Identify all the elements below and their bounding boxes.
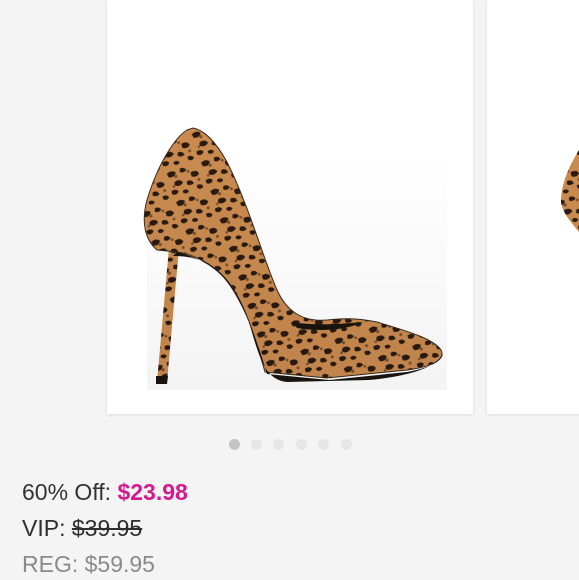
carousel-dot-6[interactable] xyxy=(341,439,352,450)
carousel-dot-4[interactable] xyxy=(296,439,307,450)
vip-price: $39.95 xyxy=(71,515,143,541)
sale-price-line: 60% Off: $23.98 xyxy=(22,474,562,510)
product-image-slide[interactable] xyxy=(107,0,473,414)
price-block: 60% Off: $23.98 VIP: $39.95 REG: $59.95 xyxy=(22,474,562,580)
vip-label: VIP: xyxy=(22,515,66,541)
carousel-dot-5[interactable] xyxy=(318,439,329,450)
carousel-dot-2[interactable] xyxy=(251,439,262,450)
next-product-image-slide[interactable] xyxy=(487,0,579,414)
carousel-dot-1[interactable] xyxy=(229,439,240,450)
vip-price-line: VIP: $39.95 xyxy=(22,510,562,546)
leopard-pump-image-partial xyxy=(561,150,579,232)
carousel-pagination xyxy=(0,439,579,451)
product-image-carousel[interactable] xyxy=(0,0,579,420)
carousel-dot-3[interactable] xyxy=(273,439,284,450)
product-page: 60% Off: $23.98 VIP: $39.95 REG: $59.95 xyxy=(0,0,579,580)
regular-price: REG: $59.95 xyxy=(22,551,155,577)
leopard-pump-image xyxy=(143,127,447,390)
sale-discount-label: 60% Off: xyxy=(22,479,112,505)
sale-price: $23.98 xyxy=(117,479,188,505)
